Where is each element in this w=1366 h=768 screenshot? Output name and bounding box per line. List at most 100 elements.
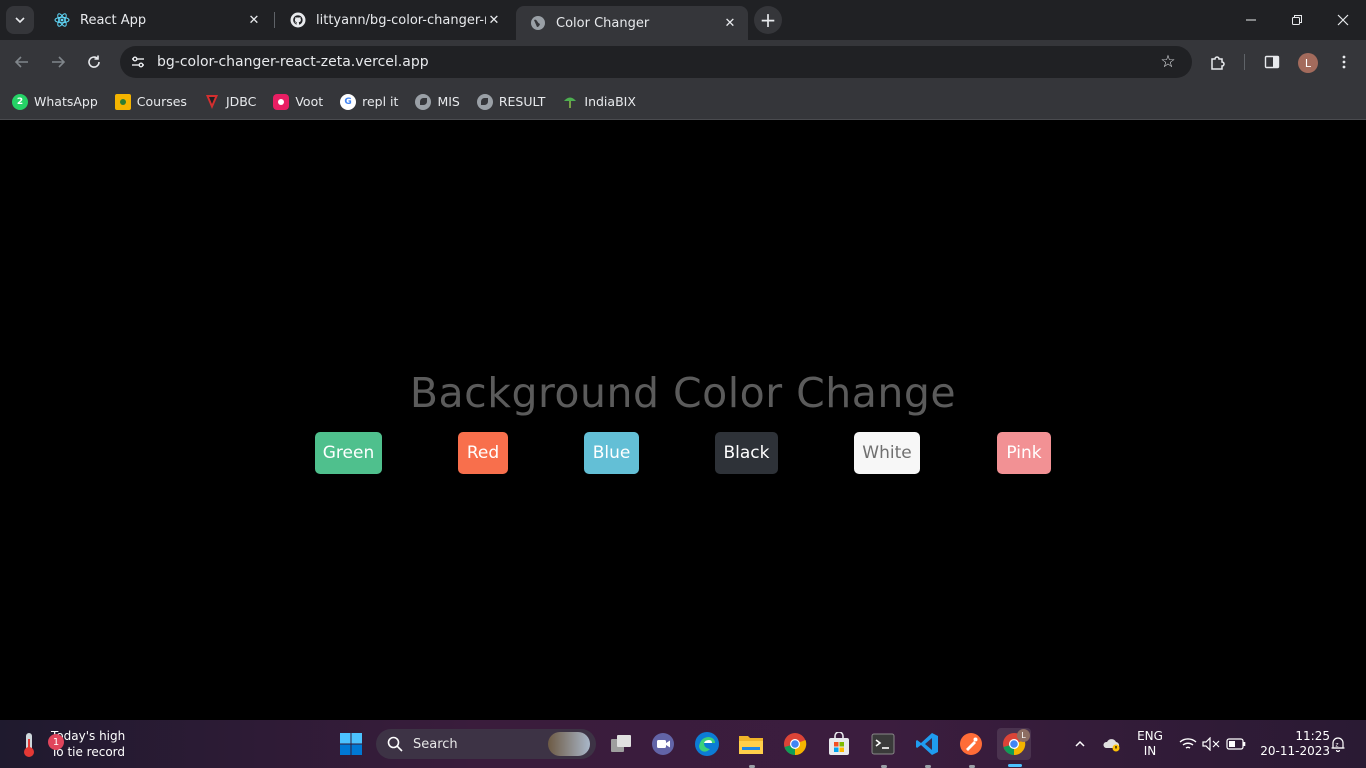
terminal-app[interactable] bbox=[866, 728, 900, 760]
pink-button[interactable]: Pink bbox=[997, 432, 1051, 474]
search-highlight-image bbox=[548, 732, 590, 756]
weather-widget[interactable]: 1 Today's high To tie record bbox=[18, 728, 125, 760]
bookmark-courses[interactable]: Courses bbox=[111, 88, 194, 116]
task-view-icon bbox=[611, 735, 631, 752]
bookmark-label: Courses bbox=[136, 94, 187, 109]
green-button[interactable]: Green bbox=[315, 432, 382, 474]
site-settings-icon[interactable] bbox=[126, 50, 150, 74]
tab-react-app[interactable]: React App ✕ bbox=[40, 6, 272, 34]
react-icon bbox=[54, 12, 70, 28]
bookmark-mis[interactable]: MIS bbox=[411, 88, 466, 116]
language-indicator[interactable]: ENG IN bbox=[1134, 729, 1166, 759]
windows-logo-icon bbox=[340, 733, 362, 755]
restore-icon bbox=[1292, 15, 1302, 25]
tab-color-changer[interactable]: Color Changer ✕ bbox=[516, 6, 748, 40]
tab-title: littyann/bg-color-changer-react bbox=[316, 12, 486, 28]
onedrive-icon[interactable] bbox=[1102, 734, 1122, 754]
chrome-app[interactable] bbox=[778, 728, 812, 760]
clock-time: 11:25 bbox=[1295, 729, 1330, 743]
tab-github[interactable]: littyann/bg-color-changer-react ✕ bbox=[276, 6, 512, 34]
red-button[interactable]: Red bbox=[458, 432, 508, 474]
globe-icon bbox=[476, 93, 493, 110]
bookmark-whatsapp[interactable]: 2 WhatsApp bbox=[8, 88, 105, 116]
notification-badge: 1 bbox=[48, 734, 64, 750]
bookmark-voot[interactable]: Voot bbox=[269, 88, 330, 116]
terminal-icon bbox=[871, 733, 895, 755]
chevron-up-icon bbox=[1075, 740, 1085, 747]
profile-badge: L bbox=[1017, 729, 1030, 742]
vscode-app[interactable] bbox=[910, 728, 944, 760]
battery-icon[interactable] bbox=[1226, 734, 1246, 754]
postman-icon bbox=[960, 733, 982, 755]
github-icon bbox=[290, 12, 306, 28]
notification-bell-icon[interactable]: z bbox=[1328, 734, 1348, 754]
minimize-button[interactable] bbox=[1228, 0, 1274, 40]
google-icon: G bbox=[340, 93, 357, 110]
store-app[interactable] bbox=[822, 728, 856, 760]
page-viewport: Background Color Change Green Red Blue B… bbox=[0, 121, 1366, 720]
file-explorer-app[interactable] bbox=[734, 728, 768, 760]
meet-chat-app[interactable] bbox=[646, 728, 680, 760]
store-icon bbox=[829, 732, 849, 755]
bookmark-label: repl it bbox=[362, 94, 399, 109]
extensions-icon[interactable] bbox=[1206, 50, 1230, 74]
back-button[interactable] bbox=[8, 48, 36, 76]
bookmark-indiabix[interactable]: IndiaBIX bbox=[558, 88, 643, 116]
close-icon[interactable]: ✕ bbox=[486, 12, 502, 28]
close-icon bbox=[1337, 14, 1349, 26]
menu-icon[interactable] bbox=[1332, 50, 1356, 74]
close-icon[interactable]: ✕ bbox=[722, 15, 738, 31]
windows-taskbar: 1 Today's high To tie record Search L EN… bbox=[0, 720, 1366, 768]
close-icon[interactable]: ✕ bbox=[246, 12, 262, 28]
forward-arrow-icon bbox=[52, 56, 66, 68]
video-chat-icon bbox=[652, 733, 674, 755]
task-view-button[interactable] bbox=[604, 728, 638, 760]
postman-app[interactable] bbox=[954, 728, 988, 760]
bookmark-label: RESULT bbox=[498, 94, 546, 109]
vscode-icon bbox=[916, 733, 938, 755]
blue-button[interactable]: Blue bbox=[584, 432, 639, 474]
bookmark-result[interactable]: RESULT bbox=[473, 88, 553, 116]
tab-title: Color Changer bbox=[556, 15, 650, 31]
clock[interactable]: 11:25 20-11-2023 bbox=[1254, 729, 1330, 759]
globe-icon bbox=[530, 15, 546, 31]
whatsapp-icon: 2 bbox=[12, 93, 28, 110]
globe-icon bbox=[415, 93, 432, 110]
language-line-1: ENG bbox=[1137, 729, 1163, 743]
courses-icon bbox=[114, 93, 131, 110]
restore-button[interactable] bbox=[1274, 0, 1320, 40]
address-bar[interactable]: bg-color-changer-react-zeta.vercel.app ☆ bbox=[120, 46, 1192, 78]
new-tab-button[interactable]: + bbox=[754, 6, 782, 34]
bookmark-star-icon[interactable]: ☆ bbox=[1156, 50, 1180, 74]
start-button[interactable] bbox=[334, 728, 368, 760]
profile-avatar[interactable]: L bbox=[1298, 53, 1318, 73]
minimize-icon bbox=[1246, 19, 1256, 21]
black-button[interactable]: Black bbox=[715, 432, 778, 474]
back-arrow-icon bbox=[14, 56, 28, 68]
bookmarks-bar: 2 WhatsApp Courses JDBC Voot G repl it M… bbox=[0, 84, 1366, 120]
show-hidden-icons-button[interactable] bbox=[1070, 734, 1090, 754]
edge-app[interactable] bbox=[690, 728, 724, 760]
side-panel-icon[interactable] bbox=[1260, 50, 1284, 74]
taskbar-search-box[interactable]: Search bbox=[376, 729, 596, 759]
bookmark-label: Voot bbox=[295, 94, 324, 109]
toolbar-divider bbox=[1244, 54, 1245, 70]
url-text[interactable]: bg-color-changer-react-zeta.vercel.app bbox=[157, 54, 1156, 70]
bookmark-label: IndiaBIX bbox=[584, 94, 636, 109]
wifi-icon[interactable] bbox=[1178, 734, 1198, 754]
bookmark-jdbc[interactable]: JDBC bbox=[200, 88, 263, 116]
reload-icon bbox=[88, 55, 100, 68]
volume-muted-icon[interactable] bbox=[1201, 734, 1221, 754]
thermometer-icon bbox=[18, 729, 40, 759]
chrome-icon bbox=[784, 733, 807, 756]
edge-icon bbox=[695, 732, 719, 756]
close-window-button[interactable] bbox=[1320, 0, 1366, 40]
bookmark-label: JDBC bbox=[225, 94, 257, 109]
forward-button[interactable] bbox=[44, 48, 72, 76]
chrome-active-app[interactable]: L bbox=[997, 728, 1031, 760]
reload-button[interactable] bbox=[80, 48, 108, 76]
white-button[interactable]: White bbox=[854, 432, 920, 474]
bookmark-repl-it[interactable]: G repl it bbox=[336, 88, 405, 116]
browser-toolbar: bg-color-changer-react-zeta.vercel.app ☆ bbox=[0, 40, 1366, 84]
tab-search-button[interactable] bbox=[6, 6, 34, 34]
